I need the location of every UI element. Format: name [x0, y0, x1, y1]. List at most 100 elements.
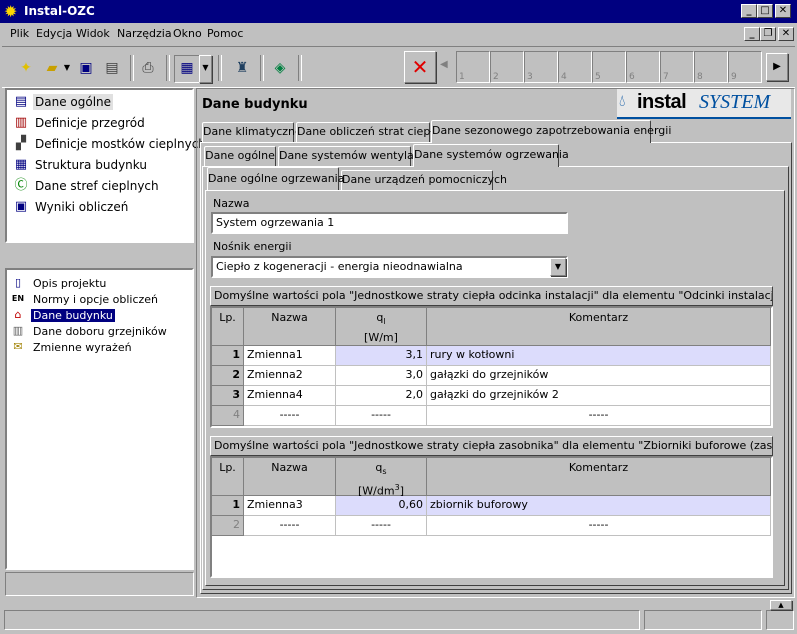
menu-plik[interactable]: Plik	[10, 27, 29, 40]
tab-dane-urzadzen-pomocniczych[interactable]: Dane urządzeń pomocniczych	[341, 170, 507, 190]
table1-grid: Lp. Nazwa ql [W/m] Komentarz 1 Zmienna1 …	[210, 306, 773, 428]
table1-cell-name[interactable]: Zmienna1	[244, 346, 336, 366]
radiator-icon: ▥	[12, 324, 24, 337]
new-file-icon[interactable]: ✦	[16, 58, 36, 78]
nav-item-struktura-budynku[interactable]: ▦ Struktura budynku	[13, 157, 149, 175]
print-icon[interactable]: ⎙	[138, 58, 158, 78]
tab-dane-systemow-wentylacji[interactable]: Dane systemów wentylacji	[278, 146, 426, 166]
open-folder-icon[interactable]: ▰	[42, 58, 62, 78]
table2-cell-name[interactable]: Zmienna3	[244, 496, 336, 516]
history-left-arrow-icon[interactable]: ◀	[440, 59, 448, 70]
nav-item-zmienne[interactable]: ✉ Zmienne wyrażeń	[11, 340, 134, 356]
history-slot[interactable]: 8	[694, 51, 728, 83]
mdi-close-button[interactable]: ✕	[778, 27, 794, 41]
table1-row-number: 2	[212, 366, 244, 386]
history-slot[interactable]: 3	[524, 51, 558, 83]
mdi-restore-button[interactable]: ❐	[760, 27, 776, 41]
table1-cell-value[interactable]: 2,0	[336, 386, 427, 406]
history-slot[interactable]: 7	[660, 51, 694, 83]
nav-item-wyniki[interactable]: ▣ Wyniki obliczeń	[13, 199, 130, 217]
nav-item-dane-doboru[interactable]: ▥ Dane doboru grzejników	[11, 324, 169, 340]
name-input[interactable]: System ogrzewania 1	[211, 212, 568, 234]
table1-header-button[interactable]: Domyślne wartości pola "Jednostkowe stra…	[210, 286, 773, 306]
nav-item-dane-budynku[interactable]: ⌂ Dane budynku	[11, 308, 115, 324]
history-slot[interactable]: 2	[490, 51, 524, 83]
open-dropdown-icon[interactable]: ▼	[62, 58, 72, 78]
tab-dane-ogolne-ogrzewania[interactable]: Dane ogólne ogrzewania	[207, 167, 344, 190]
history-slot[interactable]: 4	[558, 51, 592, 83]
table2-cell-comment[interactable]: -----	[427, 516, 771, 536]
cancel-x-button[interactable]: ✕	[404, 51, 436, 83]
history-slot[interactable]: 5	[592, 51, 626, 83]
status-panel-right	[766, 610, 794, 630]
table2-cell-comment[interactable]: zbiornik buforowy	[427, 496, 771, 516]
toolbar-separator	[298, 55, 302, 81]
building-icon[interactable]: ♜	[232, 58, 252, 78]
tab-dane-ogolne[interactable]: Dane ogólne	[204, 146, 276, 166]
menu-narzedzia[interactable]: Narzędzia	[117, 27, 172, 40]
table2-col-comment: Komentarz	[427, 458, 771, 496]
history-slot[interactable]: 6	[626, 51, 660, 83]
toolbar-separator	[166, 55, 170, 81]
document-icon: ▤	[14, 94, 28, 109]
instalsystem-logo: 💧︎ instal SYSTEM	[617, 89, 791, 119]
norms-icon: EN	[11, 294, 25, 303]
table1-col-q: ql [W/m]	[336, 308, 427, 346]
history-slot[interactable]: 9	[728, 51, 762, 83]
tab-dane-systemow-ogrzewania[interactable]: Dane systemów ogrzewania	[413, 144, 569, 167]
results-icon: ▣	[14, 199, 28, 214]
maximize-button[interactable]: □	[757, 4, 773, 18]
table1-cell-comment[interactable]: -----	[427, 406, 771, 426]
table2-col-lp: Lp.	[212, 458, 244, 496]
menu-pomoc[interactable]: Pomoc	[207, 27, 243, 40]
calculator-icon[interactable]: ▦	[174, 55, 200, 83]
logo-drop-icon: 💧︎	[619, 91, 626, 110]
nav-item-opis-projektu[interactable]: ▯ Opis projektu	[11, 276, 108, 292]
left-panel-footer	[5, 572, 194, 596]
nav-item-definicje-mostkow[interactable]: ▞ Definicje mostków cieplnych	[13, 136, 208, 154]
save-all-icon[interactable]: ▤	[102, 58, 122, 78]
table1-cell-comment[interactable]: gałązki do grzejników	[427, 366, 771, 386]
tab-dane-klimatyczne[interactable]: Dane klimatyczne	[202, 122, 302, 142]
table1-cell-comment[interactable]: rury w kotłowni	[427, 346, 771, 366]
table1-cell-name[interactable]: -----	[244, 406, 336, 426]
nav-item-normy[interactable]: EN Normy i opcje obliczeń	[11, 292, 160, 308]
close-button[interactable]: ✕	[775, 4, 791, 18]
table1-cell-name[interactable]: Zmienna4	[244, 386, 336, 406]
bridge-icon: ▞	[16, 136, 26, 151]
minimize-button[interactable]: _	[741, 4, 757, 18]
toolbar-separator	[260, 55, 264, 81]
page-title: Dane budynku	[202, 97, 308, 112]
name-label: Nazwa	[213, 197, 250, 210]
table2-header-button[interactable]: Domyślne wartości pola "Jednostkowe stra…	[210, 436, 773, 456]
help-book-icon[interactable]: ◈	[270, 58, 290, 78]
energy-carrier-select[interactable]: Ciepło z kogeneracji - energia nieodnawi…	[211, 256, 568, 278]
table1-cell-value[interactable]: 3,0	[336, 366, 427, 386]
table1-cell-name[interactable]: Zmienna2	[244, 366, 336, 386]
nav-item-definicje-przegrod[interactable]: ▥ Definicje przegród	[13, 115, 147, 133]
table2-cell-value[interactable]: 0,60	[336, 496, 427, 516]
save-icon[interactable]: ▣	[76, 58, 96, 78]
calculator-dropdown-icon[interactable]: ▼	[199, 55, 212, 83]
table1-cell-value[interactable]: -----	[336, 406, 427, 426]
menu-widok[interactable]: Widok	[76, 27, 110, 40]
status-panel-secondary	[644, 610, 762, 630]
app-icon: ✹	[4, 2, 18, 21]
nav-item-dane-ogolne[interactable]: ▤ Dane ogólne	[13, 94, 114, 112]
menu-edycja[interactable]: Edycja	[36, 27, 72, 40]
chevron-down-icon[interactable]: ▼	[550, 258, 566, 276]
table1-cell-value[interactable]: 3,1	[336, 346, 427, 366]
navigation-list: ▯ Opis projektu EN Normy i opcje obliczeń …	[5, 268, 194, 570]
tab-dane-obliczen-strat[interactable]: Dane obliczeń strat ciepła	[296, 122, 440, 142]
history-slot[interactable]: 1	[456, 51, 490, 83]
tab-dane-sezonowego[interactable]: Dane sezonowego zapotrzebowania energii	[431, 120, 671, 143]
table1-cell-comment[interactable]: gałązki do grzejników 2	[427, 386, 771, 406]
status-scroll-up-icon[interactable]: ▲	[770, 600, 792, 610]
menu-okno[interactable]: Okno	[173, 27, 202, 40]
nav-item-dane-stref[interactable]: Ⓒ Dane stref cieplnych	[13, 178, 161, 196]
table2-cell-name[interactable]: -----	[244, 516, 336, 536]
table1-col-name: Nazwa	[244, 308, 336, 346]
history-right-arrow-button[interactable]: ▶	[766, 53, 788, 81]
table2-cell-value[interactable]: -----	[336, 516, 427, 536]
mdi-minimize-button[interactable]: _	[744, 27, 760, 41]
